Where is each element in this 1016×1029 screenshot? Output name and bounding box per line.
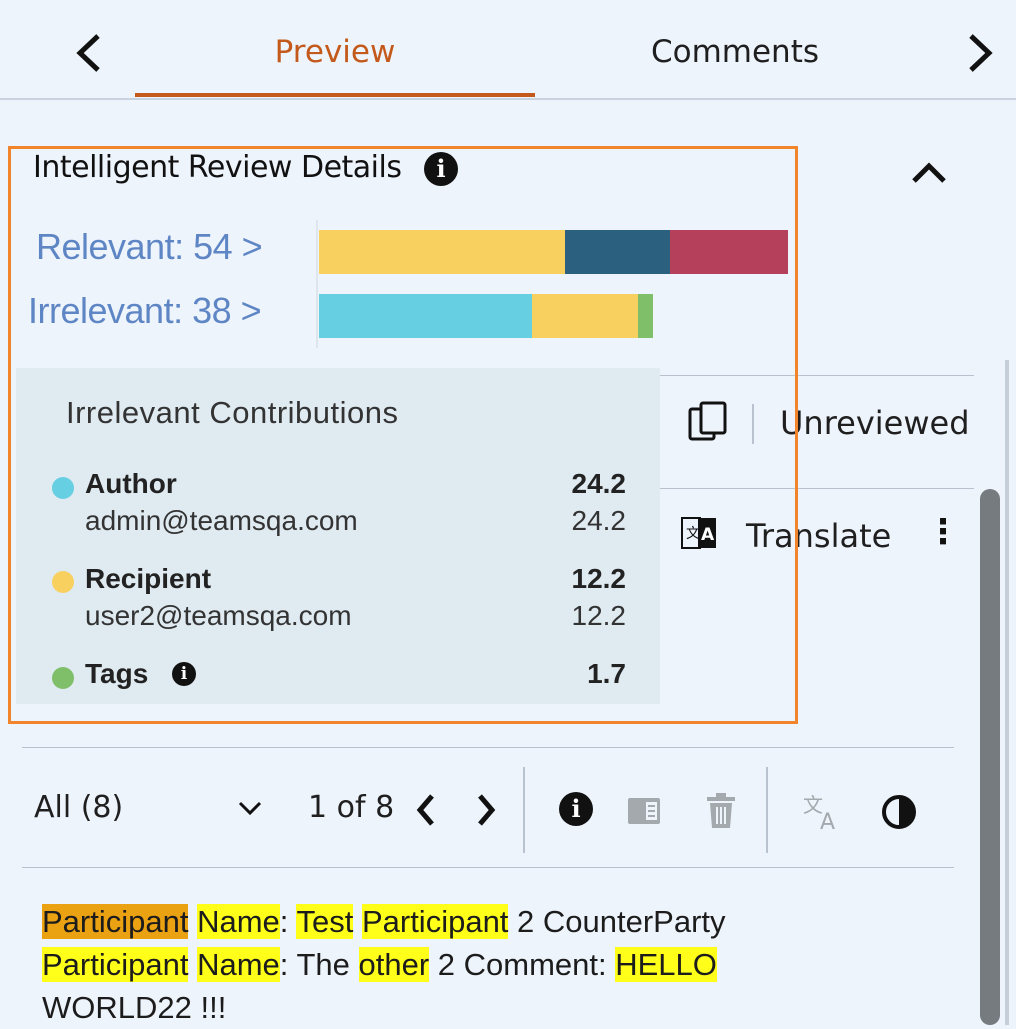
irrelevant-bar-segment-yellow[interactable] — [532, 294, 638, 338]
more-options-icon[interactable]: ⋮ — [926, 512, 960, 552]
relevant-bar-segment-crimson[interactable] — [670, 230, 788, 274]
translate-text-icon[interactable]: 文 A — [802, 792, 842, 836]
toolbar-separator — [523, 767, 525, 853]
tags-label: Tags — [85, 658, 149, 689]
tab-preview[interactable]: Preview — [135, 34, 535, 70]
author-legend-dot — [52, 477, 74, 499]
tooltip-title: Irrelevant Contributions — [66, 395, 399, 430]
highlight-term[interactable]: other — [358, 947, 430, 982]
relevant-bar-segment-yellow[interactable] — [319, 230, 565, 274]
panel-title: Intelligent Review Details — [33, 150, 402, 185]
author-email: admin@teamsqa.com — [85, 505, 358, 536]
filter-select[interactable]: All (8) — [34, 790, 123, 825]
highlight-term[interactable]: Participant — [361, 904, 509, 939]
relevant-bar-segment-navy[interactable] — [565, 230, 670, 274]
author-value: 24.2 — [571, 468, 627, 499]
tabs-next-arrow-icon[interactable] — [963, 30, 997, 83]
chevron-down-icon[interactable] — [236, 798, 264, 822]
review-status[interactable]: Unreviewed — [780, 404, 970, 442]
doc-text: WORLD22 !!! — [42, 990, 227, 1025]
outer-scrollbar[interactable] — [1005, 360, 1009, 1025]
recipient-value: 12.2 — [571, 563, 627, 594]
chart-axis — [316, 220, 318, 348]
highlight-term[interactable]: Test — [296, 904, 354, 939]
doc-text: : The — [279, 947, 359, 982]
tags-info-icon[interactable]: i — [172, 662, 196, 686]
highlight-term[interactable]: HELLO — [615, 947, 717, 982]
scrollbar-thumb[interactable] — [980, 489, 1000, 1025]
highlight-term[interactable]: Participant — [42, 947, 189, 982]
sidebar-panel-icon[interactable] — [626, 796, 662, 830]
doc-text: 2 CounterParty — [508, 904, 726, 939]
active-tab-indicator — [135, 93, 535, 97]
contrast-icon[interactable] — [881, 794, 917, 834]
tabs-prev-arrow-icon[interactable] — [72, 30, 106, 83]
tags-legend-dot — [52, 667, 74, 689]
highlight-term[interactable]: Participant — [42, 904, 189, 939]
toolbar-top-divider — [22, 747, 954, 748]
irrelevant-bar-segment-cyan[interactable] — [319, 294, 532, 338]
trash-icon[interactable] — [704, 792, 738, 834]
svg-text:A: A — [820, 810, 835, 832]
irrelevant-link[interactable]: Irrelevant: 38 > — [28, 290, 262, 332]
highlight-term[interactable]: Name — [197, 947, 280, 982]
doc-text: : — [279, 904, 297, 939]
document-preview: Participant Name: Test Participant 2 Cou… — [42, 900, 942, 1029]
tab-comments[interactable]: Comments — [535, 34, 935, 70]
recipient-email-value: 12.2 — [571, 600, 627, 631]
info-icon[interactable]: i — [424, 152, 458, 186]
prev-hit-icon[interactable] — [412, 792, 440, 832]
recipient-email: user2@teamsqa.com — [85, 600, 352, 631]
irrelevant-bar-segment-green[interactable] — [638, 294, 653, 338]
recipient-label: Recipient — [85, 563, 212, 594]
toolbar-bottom-divider — [22, 867, 954, 868]
next-hit-icon[interactable] — [472, 792, 500, 832]
doc-text: 2 Comment: — [429, 947, 616, 982]
recipient-legend-dot — [52, 571, 74, 593]
hit-info-icon[interactable]: i — [559, 792, 593, 826]
pager-label: 1 of 8 — [308, 790, 395, 825]
relevant-link[interactable]: Relevant: 54 > — [36, 226, 263, 268]
highlight-term[interactable]: Name — [197, 904, 280, 939]
toolbar-separator — [766, 767, 768, 853]
author-label: Author — [85, 468, 177, 499]
tags-value: 1.7 — [587, 658, 626, 689]
collapse-caret-icon[interactable] — [910, 152, 948, 196]
author-email-value: 24.2 — [571, 505, 627, 536]
